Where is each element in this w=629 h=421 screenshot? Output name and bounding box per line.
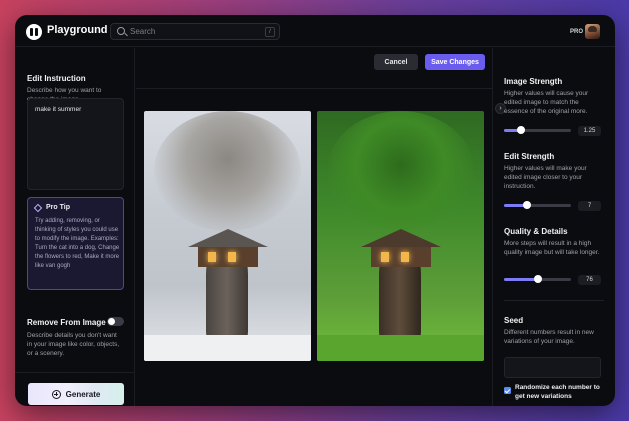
search-input[interactable]: Search bbox=[130, 27, 155, 36]
plus-circle-icon bbox=[51, 389, 61, 399]
image-strength-desc: Higher values will cause your edited ima… bbox=[504, 90, 589, 115]
plan-badge: PRO bbox=[570, 29, 584, 35]
pro-tip-body: Try adding, removing, or thinking of sty… bbox=[35, 218, 120, 269]
treehouse-walls bbox=[198, 247, 258, 267]
edited-image[interactable] bbox=[317, 111, 484, 361]
seed-desc: Different numbers result in new variatio… bbox=[504, 329, 594, 345]
randomize-checkbox[interactable] bbox=[504, 387, 511, 394]
treehouse bbox=[361, 229, 441, 269]
original-image[interactable] bbox=[144, 111, 311, 361]
image-strength-value[interactable]: 1.25 bbox=[578, 126, 601, 136]
search-shortcut-key: / bbox=[265, 27, 275, 37]
divider bbox=[504, 300, 604, 301]
generate-label: Generate bbox=[65, 389, 101, 399]
playground-logo-icon[interactable] bbox=[26, 24, 42, 40]
instruction-value: make it summer bbox=[35, 106, 82, 113]
treehouse-roof bbox=[188, 229, 268, 247]
save-changes-button[interactable]: Save Changes bbox=[425, 54, 485, 70]
tree-crown bbox=[154, 111, 301, 231]
quality-details-slider[interactable] bbox=[504, 275, 571, 283]
edit-strength-desc: Higher values will make your edited imag… bbox=[504, 165, 587, 190]
divider bbox=[136, 88, 492, 89]
edit-strength-value[interactable]: 7 bbox=[578, 201, 601, 211]
diamond-icon bbox=[33, 203, 43, 213]
cancel-button[interactable]: Cancel bbox=[374, 54, 418, 70]
treehouse bbox=[188, 229, 268, 269]
canvas-area: Cancel Save Changes › bbox=[136, 48, 506, 406]
pro-tip-card: Pro Tip Try adding, removing, or thinkin… bbox=[27, 197, 124, 290]
pro-tip-title: Pro Tip bbox=[46, 204, 70, 211]
grass-ground bbox=[317, 335, 484, 361]
slider-handle[interactable] bbox=[516, 126, 525, 134]
edit-instruction-title: Edit Instruction bbox=[27, 74, 86, 83]
remove-from-image-title: Remove From Image bbox=[27, 318, 106, 327]
remove-from-image-desc: Describe details you don't want in your … bbox=[27, 332, 120, 357]
instruction-input[interactable]: make it summer bbox=[27, 98, 124, 190]
tree-crown bbox=[327, 111, 474, 231]
search-icon bbox=[117, 27, 125, 35]
brand-name: Playground bbox=[47, 24, 108, 36]
seed-input[interactable] bbox=[504, 357, 601, 378]
quality-details-value[interactable]: 76 bbox=[578, 275, 601, 285]
image-strength-title: Image Strength bbox=[504, 77, 563, 86]
window-light bbox=[228, 252, 236, 262]
treehouse-roof bbox=[361, 229, 441, 247]
snow-ground bbox=[144, 335, 311, 361]
right-panel: Image Strength Higher values will cause … bbox=[492, 48, 615, 406]
slider-fill bbox=[504, 278, 538, 281]
quality-details-title: Quality & Details bbox=[504, 227, 568, 236]
remove-from-image-toggle[interactable] bbox=[107, 317, 124, 326]
edit-strength-title: Edit Strength bbox=[504, 152, 555, 161]
user-avatar[interactable] bbox=[585, 24, 600, 39]
window-light bbox=[401, 252, 409, 262]
window-light bbox=[208, 252, 216, 262]
slider-handle[interactable] bbox=[523, 201, 532, 209]
top-bar: Playground Search / PRO bbox=[15, 15, 615, 47]
slider-handle[interactable] bbox=[533, 275, 542, 283]
search-box[interactable]: Search / bbox=[110, 23, 280, 40]
treehouse-walls bbox=[371, 247, 431, 267]
edit-strength-slider[interactable] bbox=[504, 201, 571, 209]
left-panel: Edit Instruction Describe how you want t… bbox=[15, 48, 135, 406]
quality-details-desc: More steps will result in a high quality… bbox=[504, 240, 600, 256]
randomize-label: Randomize each number to get new variati… bbox=[515, 384, 600, 400]
window-light bbox=[381, 252, 389, 262]
generate-button[interactable]: Generate bbox=[28, 383, 124, 405]
app-window: Playground Search / PRO Edit Instruction… bbox=[15, 15, 615, 406]
divider bbox=[15, 372, 135, 373]
seed-title: Seed bbox=[504, 316, 524, 325]
image-strength-slider[interactable] bbox=[504, 126, 571, 134]
